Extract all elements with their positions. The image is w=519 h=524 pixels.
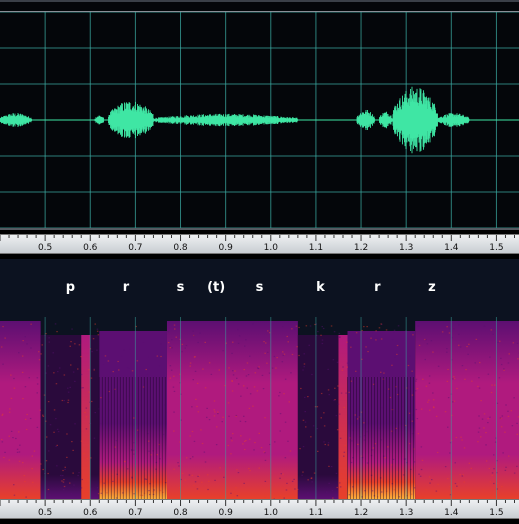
ruler-bottom-label: 1.1	[309, 508, 323, 518]
ruler-top-label: 0.7	[128, 243, 142, 253]
ruler-top-label: 0.9	[218, 243, 233, 253]
spectrogram-canvas[interactable]: p r s (t) s k r z	[0, 259, 519, 499]
waveform-bottom-border	[0, 228, 519, 230]
segment-label: (t)	[207, 280, 225, 295]
ruler-top-label: 1.4	[444, 243, 459, 253]
ruler-bottom-label: 0.9	[218, 508, 233, 518]
spectrogram-region-fricative	[167, 321, 298, 499]
segment-label: z	[428, 280, 436, 295]
waveform-trace	[0, 87, 519, 153]
ruler-bottom-label: 0.8	[173, 508, 188, 518]
ruler-bottom-label: 0.5	[38, 508, 52, 518]
ruler-bottom-label: 1.5	[489, 508, 503, 518]
ruler-bottom-label: 1.0	[264, 508, 279, 518]
segment-label: s	[256, 280, 264, 295]
waveform-panel[interactable]	[0, 0, 519, 230]
spectrogram-region-silence	[41, 335, 82, 499]
ruler-bottom-label: 1.2	[354, 508, 368, 518]
spectrogram-region-burst	[338, 335, 347, 499]
waveform-top-border	[0, 0, 519, 2]
ruler-bottom-label: 1.3	[399, 508, 413, 518]
ruler-top-label: 1.1	[309, 243, 323, 253]
time-ruler-top-ticks: 0.5 0.6 0.7 0.8 0.9 1.0 1.1 1.2 1.3 1.4 1.5	[0, 235, 519, 255]
segment-label: r	[374, 280, 381, 295]
time-ruler-top[interactable]: 0.5 0.6 0.7 0.8 0.9 1.0 1.1 1.2 1.3 1.4 1.5	[0, 234, 519, 254]
time-ruler-bottom[interactable]: 0.5 0.6 0.7 0.8 0.9 1.0 1.1 1.2 1.3 1.4 1.5	[0, 499, 519, 519]
ruler-top-label: 0.6	[83, 243, 98, 253]
spectrogram-region-voiced	[348, 331, 416, 499]
ruler-bottom-label: 0.6	[83, 508, 98, 518]
ruler-top-label: 1.0	[264, 243, 279, 253]
spectrogram-region-silence	[90, 335, 99, 499]
spectrogram-region-fricative	[0, 321, 41, 499]
waveform-canvas[interactable]	[0, 0, 519, 230]
ruler-top-label: 0.8	[173, 243, 188, 253]
segment-label: s	[177, 280, 185, 295]
ruler-top-label: 0.5	[38, 243, 52, 253]
ruler-top-label: 1.2	[354, 243, 368, 253]
segment-label: k	[316, 280, 325, 295]
segment-label: p	[66, 280, 75, 295]
ruler-bottom-label: 1.4	[444, 508, 459, 518]
audio-editor-view: 0.5 0.6 0.7 0.8 0.9 1.0 1.1 1.2 1.3 1.4 1.5 p r s (t)…	[0, 0, 519, 519]
ruler-top-label: 1.5	[489, 243, 503, 253]
spectrogram-region-silence	[298, 335, 339, 499]
waveform-top-rule	[0, 11, 519, 12]
ruler-bottom-label: 0.7	[128, 508, 142, 518]
segment-label: r	[123, 280, 130, 295]
spectrogram-panel[interactable]: p r s (t) s k r z	[0, 259, 519, 499]
ruler-top-label: 1.3	[399, 243, 413, 253]
time-ruler-bottom-ticks: 0.5 0.6 0.7 0.8 0.9 1.0 1.1 1.2 1.3 1.4 1.5	[0, 500, 519, 520]
spectrogram-region-fricative	[415, 321, 519, 499]
